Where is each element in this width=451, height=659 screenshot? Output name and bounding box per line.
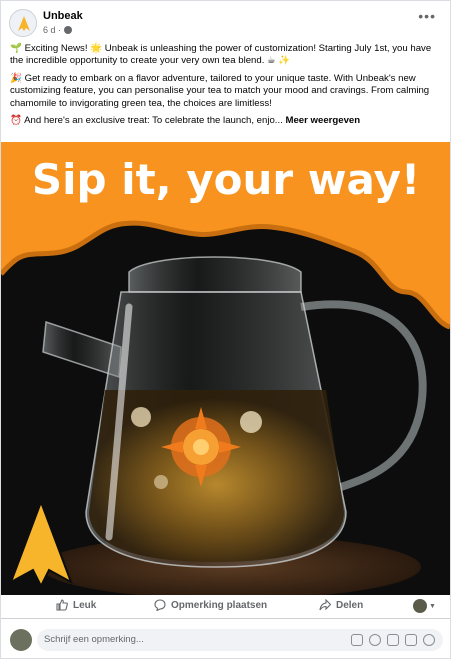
page-name[interactable]: Unbeak (43, 10, 83, 22)
see-more-link[interactable]: Meer weergeven (285, 115, 360, 126)
image-headline: Sip it, your way! (32, 155, 420, 204)
action-bar: Leuk Opmerking plaatsen Delen ▼ (1, 595, 450, 619)
unbeak-logo-icon (10, 10, 36, 36)
comment-composer: Schrijf een opmerking... (1, 626, 450, 652)
more-icon[interactable]: ••• (418, 9, 436, 23)
post-paragraph-2: 🎉 Get ready to embark on a flavor advent… (10, 73, 430, 109)
post-meta: 6 d · (43, 25, 73, 35)
share-button[interactable]: Delen (319, 599, 363, 611)
camera-icon[interactable] (387, 634, 399, 646)
comment-input[interactable]: Schrijf een opmerking... (37, 629, 443, 651)
post-text: 🌱 Exciting News! 🌟 Unbeak is unleashing … (10, 43, 444, 133)
user-avatar[interactable] (10, 629, 32, 651)
post-paragraph-3-text: ⏰ And here's an exclusive treat: To cele… (10, 115, 283, 127)
globe-icon (64, 26, 73, 34)
avatar (413, 599, 427, 613)
post-image[interactable]: Sip it, your way! (1, 142, 450, 595)
post-time[interactable]: 6 d · (43, 25, 61, 35)
comment-button[interactable]: Opmerking plaatsen (154, 599, 267, 611)
sticker-icon[interactable] (351, 634, 363, 646)
comment-label: Opmerking plaatsen (171, 599, 268, 611)
page-avatar[interactable] (9, 9, 37, 37)
like-label: Leuk (73, 599, 97, 611)
comment-placeholder: Schrijf een opmerking... (44, 634, 144, 645)
tea-promo-graphic: Sip it, your way! (1, 142, 450, 595)
post-card: Unbeak 6 d · ••• 🌱 Exciting News! 🌟 Unbe… (0, 0, 451, 659)
like-button[interactable]: Leuk (56, 599, 96, 611)
share-label: Delen (336, 599, 364, 611)
post-paragraph-3: ⏰ And here's an exclusive treat: To cele… (10, 115, 444, 127)
share-icon (319, 599, 331, 611)
gif-icon[interactable] (405, 634, 417, 646)
comment-icon (154, 599, 166, 611)
react-as-selector[interactable]: ▼ (413, 599, 436, 613)
post-paragraph-1: 🌱 Exciting News! 🌟 Unbeak is unleashing … (10, 43, 432, 67)
comment-tools (351, 634, 435, 646)
emoji-icon[interactable] (369, 634, 381, 646)
post-header: Unbeak 6 d · ••• (1, 1, 450, 41)
stamp-icon[interactable] (423, 634, 435, 646)
like-icon (56, 599, 68, 611)
chevron-down-icon: ▼ (429, 602, 436, 610)
